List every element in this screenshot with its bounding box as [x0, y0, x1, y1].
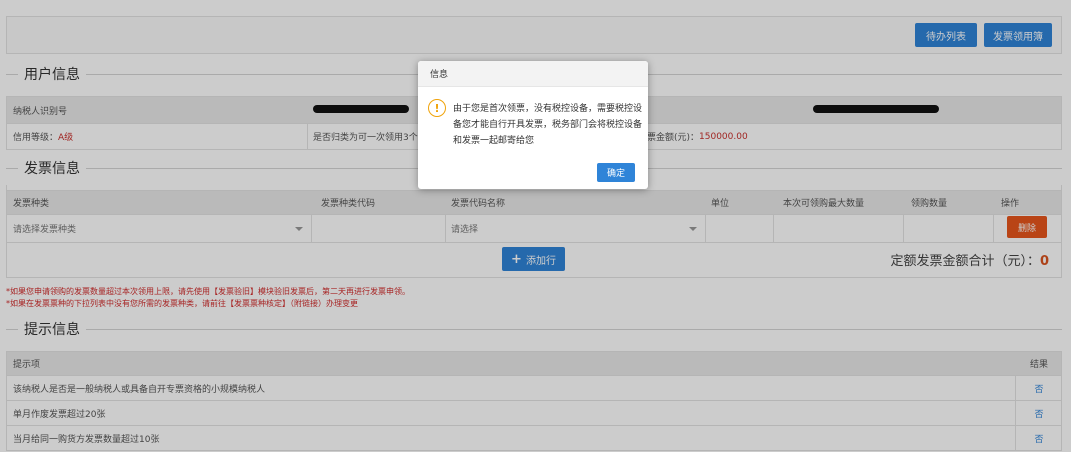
- info-dialog: 信息 ! 由于您是首次领票，没有税控设备，需要税控设备您才能自行开具发票，税务部…: [418, 61, 648, 189]
- dialog-title: 信息: [418, 61, 648, 87]
- confirm-button[interactable]: 确定: [597, 163, 635, 182]
- warning-icon: !: [428, 99, 446, 117]
- dialog-message: 由于您是首次领票，没有税控设备，需要税控设备您才能自行开具发票，税务部门会将税控…: [453, 104, 643, 146]
